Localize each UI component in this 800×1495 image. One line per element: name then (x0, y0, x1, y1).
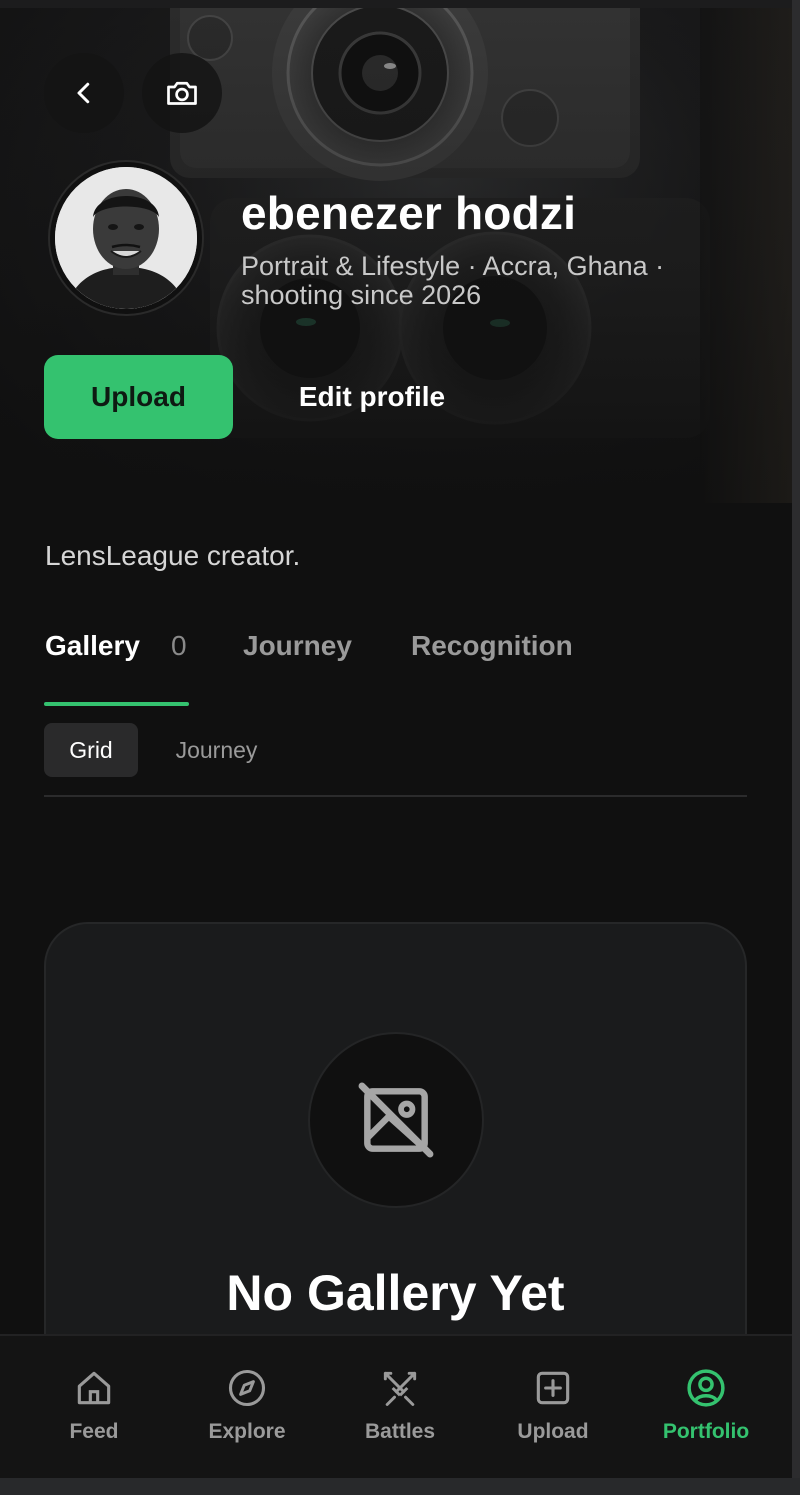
nav-upload-label: Upload (517, 1420, 589, 1443)
profile-bio: LensLeague creator. (45, 540, 301, 571)
profile-cover: ebenezer hodzi Portrait & Lifestyle · Ac… (0, 8, 792, 503)
nav-explore[interactable]: Explore (182, 1336, 312, 1478)
nav-explore-label: Explore (208, 1420, 286, 1443)
plus-square-icon (536, 1371, 570, 1405)
profile-subtitle: Portrait & Lifestyle · Accra, Ghana · sh… (241, 251, 665, 310)
nav-portfolio-label: Portfolio (662, 1420, 750, 1443)
window-right-edge (792, 0, 800, 1495)
crossed-swords-icon (383, 1371, 417, 1406)
back-button[interactable] (44, 53, 124, 133)
section-divider (44, 795, 747, 797)
nav-upload[interactable]: Upload (488, 1336, 618, 1478)
nav-battles[interactable]: Battles (335, 1336, 465, 1478)
nav-feed[interactable]: Feed (29, 1336, 159, 1478)
image-off-icon (358, 1082, 434, 1158)
empty-icon-container (308, 1032, 484, 1208)
avatar[interactable] (50, 162, 202, 314)
window-top-edge (0, 0, 800, 8)
change-cover-button[interactable] (142, 53, 222, 133)
home-icon (77, 1371, 111, 1405)
compass-icon (228, 1369, 266, 1407)
user-circle-icon (687, 1369, 725, 1407)
tab-gallery-count: 0 (171, 630, 187, 661)
nav-battles-label: Battles (364, 1420, 436, 1443)
camera-icon (167, 81, 197, 105)
upload-button[interactable]: Upload (44, 355, 233, 439)
edit-profile-button[interactable]: Edit profile (272, 355, 472, 439)
view-toggle-grid[interactable]: Grid (44, 723, 138, 777)
tab-recognition[interactable]: Recognition (411, 630, 573, 662)
empty-state-title: No Gallery Yet (226, 1265, 565, 1321)
window-bottom-edge (0, 1478, 800, 1495)
profile-photo (55, 167, 197, 309)
tab-journey[interactable]: Journey (243, 630, 352, 662)
bottom-navigation: Feed Explore Battles Upload Portfolio (0, 1334, 792, 1478)
tab-gallery[interactable]: Gallery (45, 630, 140, 662)
nav-feed-label: Feed (69, 1420, 119, 1443)
app-screen: ebenezer hodzi Portrait & Lifestyle · Ac… (0, 8, 792, 1478)
active-tab-indicator (44, 702, 189, 706)
nav-portfolio[interactable]: Portfolio (641, 1336, 771, 1478)
view-toggle-journey[interactable]: Journey (154, 723, 279, 777)
chevron-left-icon (77, 82, 90, 104)
profile-name: ebenezer hodzi (241, 187, 577, 239)
